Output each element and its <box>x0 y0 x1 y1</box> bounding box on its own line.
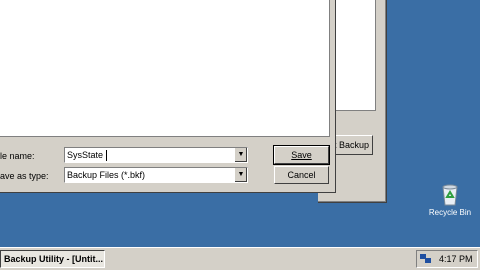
cancel-button[interactable]: Cancel <box>274 166 329 184</box>
chevron-down-icon[interactable]: ▼ <box>234 148 247 162</box>
file-name-label: le name: <box>0 151 35 161</box>
save-as-type-value: Backup Files (*.bkf) <box>67 170 146 180</box>
recycle-bin-icon <box>442 184 458 206</box>
save-button-label: Save <box>291 150 312 160</box>
network-icon[interactable] <box>420 253 431 264</box>
recycle-bin-label: Recycle Bin <box>428 208 472 217</box>
taskbar-button-backup-utility[interactable]: Backup Utility - [Untit... <box>0 250 105 268</box>
save-as-dialog: le name: SysState ▼ ave as type: Backup … <box>0 0 336 193</box>
recycle-bin-shortcut[interactable]: Recycle Bin <box>424 182 476 217</box>
clock: 4:17 PM <box>439 254 473 264</box>
save-button[interactable]: Save <box>273 145 330 165</box>
text-cursor <box>106 150 108 162</box>
system-tray: 4:17 PM <box>416 250 478 268</box>
taskbar: Backup Utility - [Untit... 4:17 PM <box>0 247 480 270</box>
save-as-type-label: ave as type: <box>0 171 49 181</box>
backup-utility-content-pane <box>333 0 376 111</box>
start-backup-button[interactable]: t Backup <box>333 135 373 155</box>
chevron-down-icon[interactable]: ▼ <box>234 168 247 182</box>
file-name-combobox[interactable]: SysState ▼ <box>64 147 248 163</box>
file-list-area[interactable] <box>0 0 330 137</box>
file-name-value: SysState <box>67 150 104 160</box>
save-as-type-select[interactable]: Backup Files (*.bkf) ▼ <box>64 167 248 183</box>
